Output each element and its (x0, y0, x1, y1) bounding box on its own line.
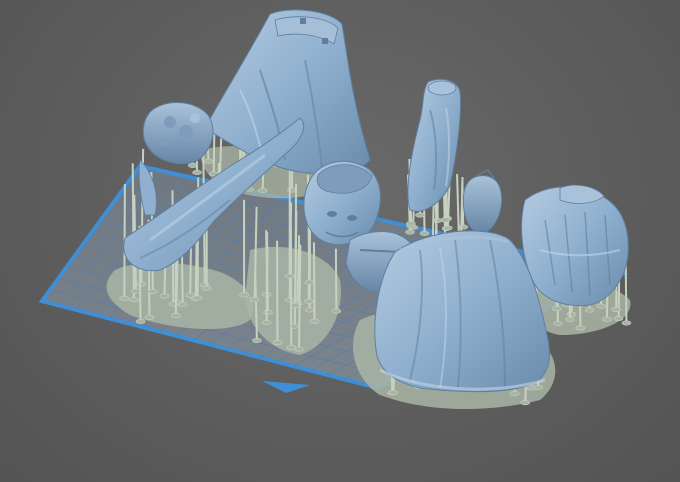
support-base (159, 293, 170, 299)
support-base (272, 340, 283, 346)
support-base (239, 292, 249, 298)
support-base (419, 230, 430, 236)
support-base (284, 297, 295, 303)
support-base (290, 303, 301, 309)
support-base (388, 390, 399, 396)
support-base (331, 308, 342, 314)
support-pillar (298, 244, 302, 350)
support-pillar (456, 174, 460, 237)
support-base (203, 158, 214, 164)
support-base (553, 321, 563, 327)
support-pillar (265, 246, 269, 323)
support-base (144, 314, 155, 320)
support-base (303, 298, 314, 304)
support-base (192, 169, 202, 175)
support-base (263, 309, 273, 315)
support-base (565, 317, 575, 323)
support-base (533, 384, 544, 390)
support-base (509, 390, 520, 396)
support-base (584, 307, 595, 313)
support-base (440, 217, 451, 223)
support-base (621, 320, 632, 326)
support-base (289, 323, 300, 329)
support-base (566, 311, 577, 317)
support-base (192, 295, 203, 301)
support-base (252, 337, 262, 343)
support-base (432, 217, 443, 223)
support-base (136, 281, 147, 287)
support-base (119, 295, 130, 301)
support-base (294, 346, 304, 352)
support-base (551, 306, 562, 312)
support-base (261, 320, 272, 326)
support-base (148, 288, 158, 294)
support-base (304, 279, 315, 285)
support-pillar (294, 183, 298, 306)
support-base (415, 212, 425, 218)
support-base (187, 162, 198, 168)
support-base (201, 285, 212, 291)
support-base (611, 306, 621, 312)
support-base (249, 297, 260, 303)
head-part[interactable] (303, 160, 381, 246)
hand-part[interactable] (462, 169, 503, 234)
plate-front-marker (262, 381, 310, 393)
support-base (131, 288, 141, 294)
support-base (602, 316, 612, 322)
support-base (596, 303, 606, 309)
vest-part[interactable] (521, 184, 629, 307)
support-base (135, 318, 146, 324)
support-base (304, 307, 315, 313)
support-pillar (131, 163, 135, 300)
support-base (520, 400, 531, 406)
support-base (129, 297, 139, 303)
support-base (284, 273, 295, 279)
support-base (458, 224, 469, 230)
support-base (309, 318, 320, 324)
support-base (575, 325, 586, 331)
support-base (443, 225, 453, 231)
support-base (405, 229, 415, 235)
3d-viewport[interactable] (0, 0, 680, 482)
support-base (406, 221, 416, 227)
support-base (257, 187, 268, 193)
support-base (171, 313, 181, 319)
support-base (613, 316, 624, 322)
sleeve-part[interactable] (407, 78, 461, 212)
scene-canvas[interactable] (0, 0, 680, 482)
